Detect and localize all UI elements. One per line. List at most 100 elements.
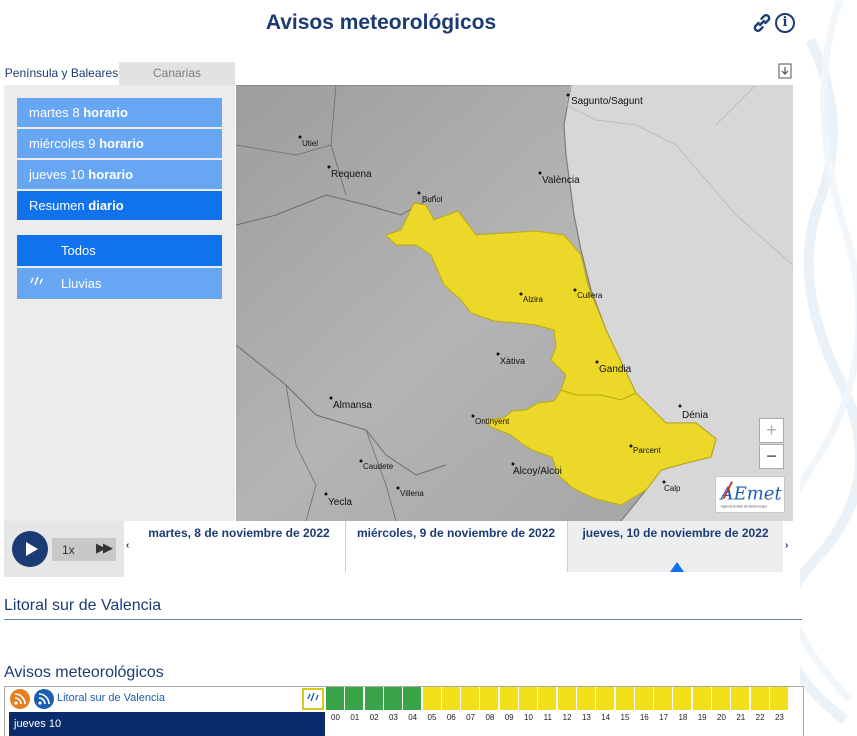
link-icon[interactable] — [751, 12, 773, 34]
town-label: Requena — [331, 169, 372, 180]
hour-label: 23 — [774, 713, 784, 722]
town-label: Villena — [400, 489, 424, 498]
hour-warning-cell[interactable] — [480, 687, 499, 710]
logo-subtitle: Agencia Estatal de Meteorología — [721, 504, 768, 508]
town-label: Gandia — [599, 364, 632, 375]
day-button-suffix: horario — [99, 136, 144, 151]
hour-warning-cell[interactable] — [769, 687, 788, 710]
day-button-suffix: horario — [88, 167, 134, 182]
town-label: Alzira — [523, 295, 544, 304]
hour-warning-cell[interactable] — [615, 687, 634, 710]
timeline-day-miercoles[interactable]: miércoles, 9 de noviembre de 2022 — [345, 521, 566, 572]
timeline-next-icon[interactable]: › — [785, 540, 788, 551]
hour-warning-cell[interactable] — [345, 687, 364, 710]
zone-title: Litoral sur de Valencia — [4, 597, 162, 614]
town-label: Ontinyent — [475, 417, 510, 426]
town-label: Parcent — [633, 446, 661, 455]
tab-canarias[interactable]: Canarias — [119, 62, 235, 85]
day-button-prefix: jueves 10 — [29, 167, 85, 182]
hour-label: 00 — [331, 713, 340, 722]
hour-warning-cell[interactable] — [461, 687, 480, 710]
hour-label: 03 — [388, 713, 398, 722]
hourly-warning-strip: 00 01 02 03 04 05 06 07 08 09 10 11 12 13 14 15 16 17 18 19… — [326, 687, 790, 736]
rss-zone-icon[interactable] — [34, 689, 54, 709]
hour-label: 14 — [601, 713, 611, 722]
hour-warning-cell[interactable] — [750, 687, 769, 710]
phenomenon-todos-button[interactable]: Todos — [17, 235, 222, 266]
day-button-prefix: Resumen — [29, 198, 85, 213]
town-label: Buñol — [422, 195, 443, 204]
day-button-jueves[interactable]: jueves 10 horario — [17, 160, 222, 189]
timeline-prev-icon[interactable]: ‹ — [126, 540, 129, 551]
hour-warning-cell[interactable] — [673, 687, 692, 710]
tab-peninsula-baleares[interactable]: Península y Baleares — [4, 62, 119, 85]
play-button[interactable] — [12, 531, 48, 567]
page: Avisos meteorológicos i Península y Bale… — [0, 0, 857, 736]
hour-warning-cell[interactable] — [499, 687, 518, 710]
hour-label: 19 — [697, 713, 707, 722]
hour-label: 09 — [504, 713, 514, 722]
day-button-suffix: horario — [83, 105, 128, 120]
zone-link[interactable]: Litoral sur de Valencia — [57, 692, 165, 704]
hour-warning-cell[interactable] — [519, 687, 537, 710]
download-icon[interactable] — [778, 63, 792, 79]
hour-warning-cell[interactable] — [654, 687, 673, 710]
avisos-section-title: Avisos meteorológicos — [4, 664, 164, 681]
hour-label: 16 — [639, 713, 649, 722]
fast-forward-icon[interactable]: ▶▶ — [96, 540, 113, 556]
town-label: Xàtiva — [500, 356, 525, 366]
hour-label: 06 — [446, 713, 456, 722]
hour-label: 10 — [524, 713, 533, 722]
hour-warning-cell[interactable] — [441, 687, 460, 710]
town-label: Yecla — [328, 497, 353, 508]
hour-label: 02 — [369, 713, 379, 722]
hour-warning-cell[interactable] — [422, 687, 441, 710]
day-row-label: jueves 10 — [9, 712, 325, 736]
logo-text: AEmet — [719, 484, 783, 505]
hour-warning-cell[interactable] — [538, 687, 557, 710]
hour-label: 07 — [466, 713, 476, 722]
warning-map[interactable]: Sagunto/Sagunt Utiel Requena València Bu… — [236, 85, 793, 521]
hour-warning-cell[interactable] — [364, 687, 383, 710]
day-button-resumen[interactable]: Resumen diario — [17, 191, 222, 220]
info-icon[interactable]: i — [775, 13, 795, 33]
hour-warning-cell[interactable] — [596, 687, 615, 710]
timeline-day-martes[interactable]: martes, 8 de noviembre de 2022 — [134, 521, 344, 572]
hour-label: 05 — [427, 713, 437, 722]
day-button-suffix: diario — [88, 198, 124, 213]
town-label: Cullera — [577, 291, 603, 300]
hour-label: 17 — [659, 713, 669, 722]
town-label: Almansa — [333, 400, 372, 411]
hour-label: 12 — [562, 713, 572, 722]
hour-warning-cell[interactable] — [557, 687, 576, 710]
day-button-prefix: miércoles 9 — [29, 136, 96, 151]
hour-label: 18 — [678, 713, 688, 722]
hour-label: 15 — [620, 713, 630, 722]
hour-warning-cell[interactable] — [731, 687, 750, 710]
town-label: Utiel — [302, 139, 318, 148]
zoom-in-button[interactable]: + — [759, 418, 784, 443]
hour-label: 20 — [717, 713, 726, 722]
aemet-logo: AEmet Agencia Estatal de Meteorología — [715, 476, 785, 513]
hour-warning-cell[interactable] — [712, 687, 730, 710]
hour-label: 04 — [408, 713, 418, 722]
hour-label: 21 — [736, 713, 746, 722]
hour-warning-cell[interactable] — [692, 687, 711, 710]
rain-icon — [30, 276, 43, 286]
day-button-miercoles[interactable]: miércoles 9 horario — [17, 129, 222, 158]
hour-warning-cell[interactable] — [326, 687, 344, 710]
phenomenon-lluvias-button[interactable]: Lluvias — [17, 268, 222, 299]
hour-warning-cell[interactable] — [383, 687, 402, 710]
hour-label: 22 — [755, 713, 765, 722]
zoom-out-button[interactable]: − — [759, 444, 784, 469]
hour-warning-cell[interactable] — [403, 687, 422, 710]
hour-warning-cell[interactable] — [576, 687, 595, 710]
background-decoration — [800, 0, 857, 724]
day-button-martes[interactable]: martes 8 horario — [17, 98, 222, 127]
page-title: Avisos meteorológicos — [265, 11, 497, 34]
town-label: Dénia — [682, 410, 709, 421]
hour-warning-cell[interactable] — [634, 687, 653, 710]
divider — [4, 619, 802, 620]
rss-feed-icon[interactable] — [10, 689, 30, 709]
hour-label: 01 — [350, 713, 360, 722]
